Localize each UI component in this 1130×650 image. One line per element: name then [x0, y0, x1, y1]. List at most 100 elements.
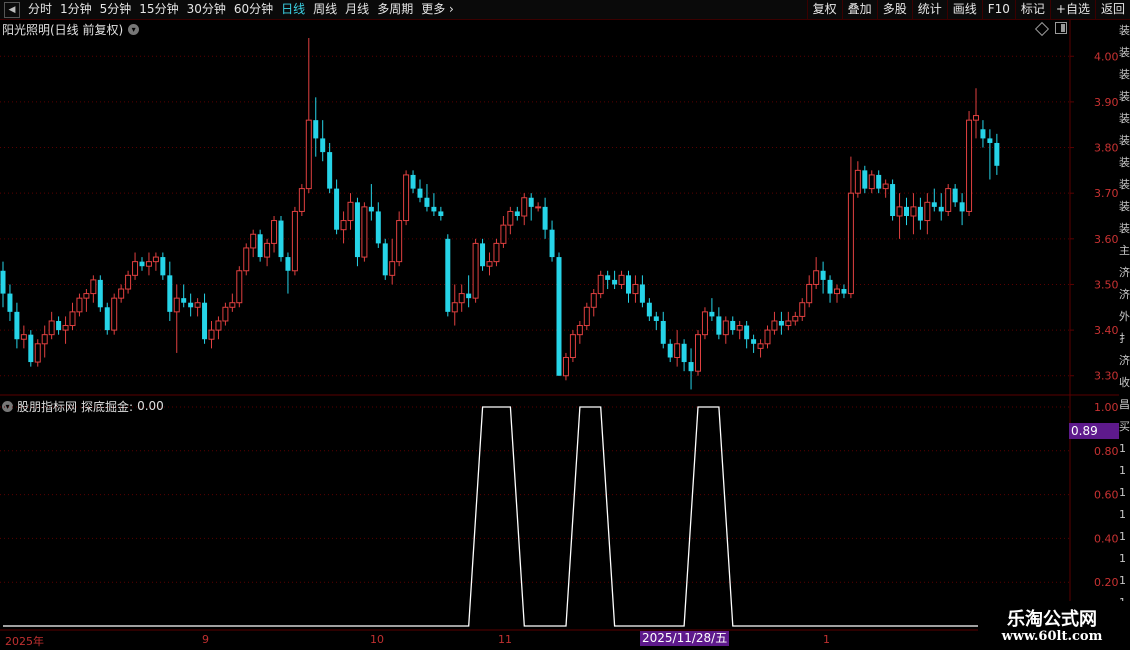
candle-body: [639, 284, 645, 303]
candle-body: [375, 211, 381, 244]
candle-body: [486, 261, 493, 267]
candle-body: [681, 343, 687, 363]
indicator-tick-label: 0.20: [1094, 576, 1119, 589]
candle-body: [806, 283, 813, 304]
candle-body: [945, 188, 952, 212]
candle-body: [605, 275, 611, 280]
candle-body: [202, 302, 208, 340]
candle-body: [674, 343, 681, 358]
candle-body: [229, 302, 236, 308]
candle-body: [709, 311, 715, 317]
candle-body: [438, 211, 444, 216]
side-panel-char: 装: [1119, 46, 1130, 59]
side-panel-char: 济: [1119, 354, 1130, 367]
x-axis-label: 11: [498, 633, 512, 646]
candle-body: [445, 238, 451, 312]
side-panel-char: 装: [1119, 178, 1130, 191]
candle-body: [111, 297, 118, 331]
candle-body: [847, 192, 854, 295]
candle-body: [152, 256, 159, 263]
candle-body: [368, 206, 374, 212]
side-panel-char: 1: [1119, 530, 1126, 543]
candle-body: [896, 206, 903, 217]
right-side-panel: 装装装装装装装装装装主济济外扌济收昌买11111111: [1119, 20, 1130, 650]
candle-body: [701, 311, 708, 336]
kline-chart[interactable]: 4.00 3.90 3.80 3.70 3.60 3.50 3.40 3.30 1.00 0.80…: [0, 0, 1130, 650]
candle-body: [562, 356, 569, 377]
x-axis-label: 9: [202, 633, 209, 646]
candle-body: [841, 289, 847, 294]
candle-body: [76, 297, 83, 313]
side-panel-char: 外: [1119, 310, 1130, 323]
candle-body: [521, 197, 528, 217]
candle-body: [813, 270, 820, 285]
candle-body: [626, 275, 631, 294]
candle-body: [757, 343, 764, 349]
side-panel-char: 买: [1119, 420, 1130, 433]
candle-body: [48, 320, 55, 336]
candle-body: [569, 334, 576, 358]
candle-body: [667, 343, 673, 358]
candle-body: [583, 306, 590, 327]
candle-body: [952, 188, 958, 203]
side-panel-char: 装: [1119, 134, 1130, 147]
candle-body: [820, 270, 826, 280]
candle-body: [215, 320, 222, 331]
candle-body: [966, 119, 973, 212]
candle-body: [83, 293, 90, 299]
candle-body: [125, 274, 132, 290]
side-panel-char: 1: [1119, 464, 1126, 477]
side-panel-char: 装: [1119, 24, 1130, 37]
candle-body: [744, 325, 750, 340]
price-tick-label: 4.00: [1094, 50, 1119, 63]
side-panel-char: 济: [1119, 266, 1130, 279]
candle-body: [994, 142, 1000, 166]
candle-body: [980, 129, 986, 139]
candle-body: [278, 220, 284, 258]
indicator-tick-label: 0.40: [1094, 532, 1119, 545]
candle-body: [882, 183, 889, 190]
candle-body: [987, 138, 993, 143]
candle-body: [320, 138, 326, 153]
candle-body: [41, 334, 48, 345]
indicator-line: [3, 406, 1032, 627]
candle-body: [466, 293, 472, 299]
candle-body: [236, 270, 243, 304]
candle-body: [597, 274, 604, 295]
candle-body: [118, 288, 125, 299]
watermark-title: 乐淘公式网: [1007, 609, 1097, 630]
candle-body: [410, 174, 416, 189]
candle-body: [97, 279, 103, 308]
candle-body: [298, 188, 305, 212]
candle-body: [145, 261, 152, 267]
candle-body: [250, 233, 257, 249]
candle-body: [736, 325, 743, 331]
candle-body: [653, 316, 659, 321]
candle-body: [194, 302, 201, 308]
candle-body: [917, 206, 923, 221]
candle-body: [327, 152, 333, 189]
price-tick-label: 3.90: [1094, 96, 1119, 109]
candle-body: [222, 306, 229, 322]
candle-body: [291, 210, 298, 272]
side-panel-char: 收: [1119, 376, 1130, 389]
price-tick-label: 3.60: [1094, 233, 1119, 246]
candle-body: [778, 320, 784, 326]
side-panel-char: 装: [1119, 200, 1130, 213]
candle-body: [458, 293, 465, 304]
candle-body: [612, 279, 618, 285]
candle-body: [722, 320, 729, 336]
candle-body: [785, 320, 792, 327]
candle-body: [347, 201, 354, 222]
candle-body: [90, 279, 97, 295]
candle-body: [20, 334, 27, 340]
side-panel-char: 1: [1119, 486, 1126, 499]
candle-body: [688, 362, 694, 372]
indicator-tick-label: 1.00: [1094, 401, 1119, 414]
candle-body: [167, 275, 173, 312]
candle-body: [257, 234, 263, 258]
side-panel-char: 主: [1119, 244, 1130, 257]
indicator-current-value-badge: 0.89: [1069, 423, 1119, 439]
candle-body: [959, 202, 965, 212]
candle-body: [695, 334, 701, 372]
